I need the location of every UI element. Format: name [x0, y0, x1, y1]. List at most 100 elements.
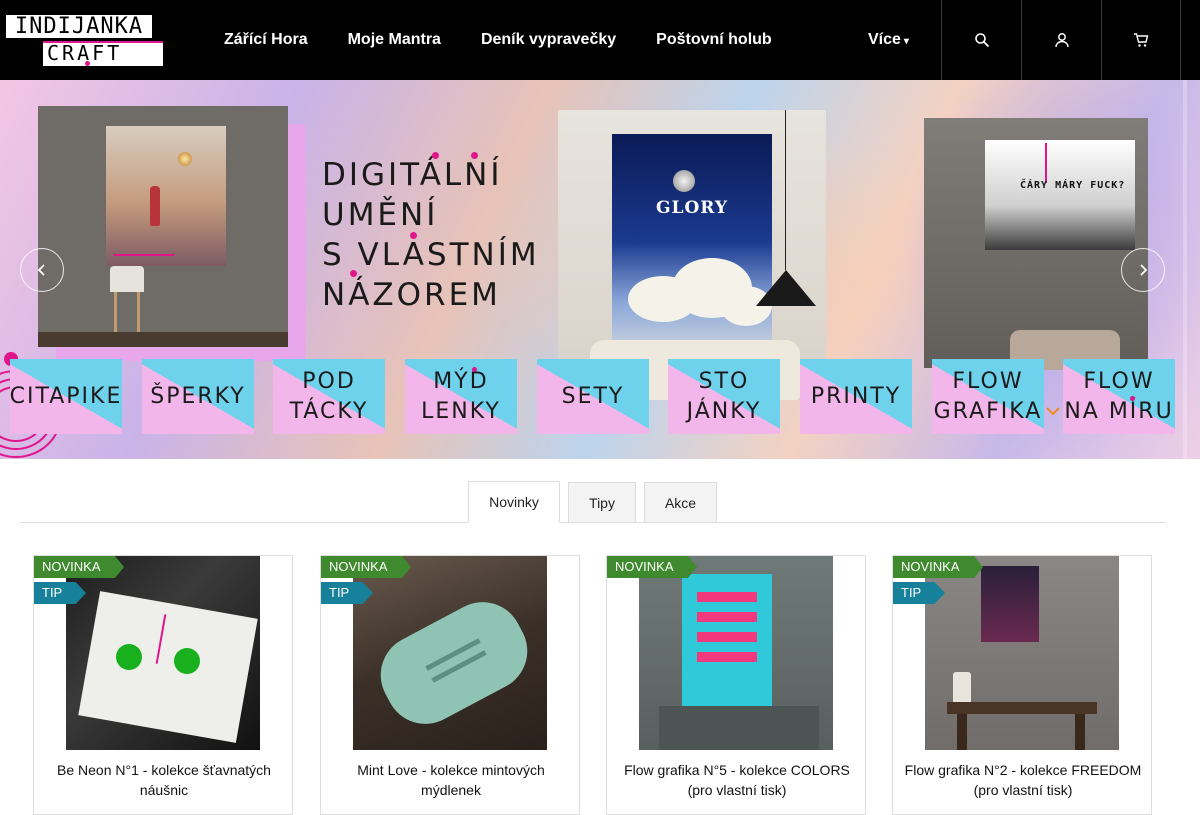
product-image[interactable] — [639, 556, 833, 750]
cloud-shape — [720, 286, 772, 326]
poster-title: GLORY — [655, 198, 729, 218]
floor-shape — [659, 706, 819, 750]
figure-shape — [150, 186, 160, 226]
product-title[interactable]: Flow grafika N°2 - kolekce FREEDOM (pro … — [899, 760, 1147, 800]
carousel-next-button[interactable] — [1121, 248, 1165, 292]
category-tile-stojanky[interactable]: STO JÁNKY — [668, 359, 780, 434]
chevron-right-icon — [1140, 264, 1148, 276]
carousel-prev-button[interactable] — [20, 248, 64, 292]
desk-leg — [957, 714, 967, 750]
product-card[interactable]: NOVINKA TIP Mint Love - kolekce mintovýc… — [320, 555, 580, 815]
category-tile-flow-grafika[interactable]: FLOW GRAFIKA — [932, 359, 1044, 434]
account-button[interactable] — [1021, 0, 1101, 80]
earring-shape — [116, 644, 142, 670]
category-label-line: LENKY — [421, 398, 501, 424]
category-label-line: CITAPIKE — [10, 383, 122, 409]
shelf — [38, 332, 288, 347]
poster-stripe — [697, 652, 757, 662]
site-header: INDIJANKA CRAFT Zářící Hora Moje Mantra … — [0, 0, 1200, 80]
nav-item-zarici-hora[interactable]: Zářící Hora — [204, 31, 328, 49]
headline-line: DIGITÁLNÍ — [322, 157, 503, 193]
badge-new: NOVINKA — [893, 556, 983, 578]
soap-dish-shape — [366, 588, 542, 738]
user-icon — [1054, 33, 1069, 48]
category-label-line: POD — [302, 368, 356, 394]
moon-shape — [178, 152, 192, 166]
category-label-line: FLOW — [1083, 368, 1155, 394]
tab-novinky[interactable]: Novinky — [468, 481, 560, 523]
accent-dot — [1130, 396, 1135, 401]
logo[interactable]: INDIJANKA CRAFT — [4, 13, 164, 67]
poster-shape — [981, 566, 1039, 642]
poster-cary-mary — [985, 140, 1135, 250]
badge-tip: TIP — [321, 582, 373, 604]
category-tile-mydlenky[interactable]: MÝD LENKY — [405, 359, 517, 434]
product-image[interactable] — [66, 556, 260, 750]
product-title[interactable]: Flow grafika N°5 - kolekce COLORS (pro v… — [613, 760, 861, 800]
banner-scene-left — [38, 106, 288, 347]
tab-akce[interactable]: Akce — [644, 482, 717, 523]
logo-line2: CRAFT — [43, 41, 163, 66]
tab-tipy[interactable]: Tipy — [568, 482, 636, 523]
lamp-base — [114, 292, 140, 332]
product-tabs: Novinky Tipy Akce — [20, 481, 1165, 523]
category-label-line: SETY — [561, 383, 625, 409]
badge-tip: TIP — [34, 582, 86, 604]
lamp-shape — [953, 672, 971, 702]
category-tile-printy[interactable]: PRINTY — [800, 359, 912, 434]
category-label: POD TÁCKY — [290, 367, 369, 427]
poster-stripe — [697, 612, 757, 622]
banner-headline: DIGITÁLNÍ UMĚNÍ S VLASTNÍM NÁZOREM — [322, 155, 540, 315]
search-button[interactable] — [941, 0, 1021, 80]
accent-line — [114, 254, 174, 256]
poster-glory — [612, 134, 772, 374]
category-tile-podtacky[interactable]: POD TÁCKY — [273, 359, 385, 434]
accent-dot — [410, 232, 417, 239]
nav-item-denik-vypravecky[interactable]: Deník vypravečky — [461, 31, 636, 49]
desk-top — [947, 702, 1097, 714]
category-label-line: PRINTY — [810, 383, 902, 409]
product-title[interactable]: Mint Love - kolekce mintových mýdlenek — [327, 760, 575, 800]
chevron-down-icon — [1046, 407, 1060, 416]
product-title[interactable]: Be Neon N°1 - kolekce šťavnatých náušnic — [40, 760, 288, 800]
category-label: FLOW NA MÍRU — [1064, 367, 1173, 427]
nav-more-label: Více — [868, 31, 901, 48]
category-label-line: JÁNKY — [686, 398, 762, 424]
chevron-left-icon — [37, 264, 45, 276]
cart-icon — [1134, 33, 1149, 47]
earring-shape — [174, 648, 200, 674]
category-tiles: CITAPIKE ŠPERKY POD TÁCKY MÝD LENKY SETY… — [10, 359, 1190, 434]
category-label: STO JÁNKY — [687, 367, 762, 427]
category-tile-citapike[interactable]: CITAPIKE — [10, 359, 122, 434]
moon-shape — [673, 170, 695, 192]
accent-line — [1045, 143, 1047, 183]
chevron-down-icon: ▾ — [903, 36, 909, 47]
nav-more-button[interactable]: Více ▾ — [868, 31, 909, 49]
category-label: CITAPIKE — [10, 382, 122, 412]
badge-tip: TIP — [893, 582, 945, 604]
product-card[interactable]: NOVINKA Flow grafika N°5 - kolekce COLOR… — [606, 555, 866, 815]
accent-dot — [350, 270, 357, 277]
accent-dot — [472, 367, 477, 372]
cart-button[interactable] — [1101, 0, 1181, 80]
category-tile-flow-na-miru[interactable]: FLOW NA MÍRU — [1063, 359, 1175, 434]
category-tile-sperky[interactable]: ŠPERKY — [142, 359, 254, 434]
lamp-cord — [785, 110, 786, 270]
headline-line: NÁZOREM — [322, 277, 501, 313]
product-card[interactable]: NOVINKA TIP Flow grafika N°2 - kolekce F… — [892, 555, 1152, 815]
category-label: ŠPERKY — [150, 382, 246, 412]
category-label-line: TÁCKY — [289, 398, 369, 424]
category-tile-sety[interactable]: SETY — [537, 359, 649, 434]
product-card[interactable]: NOVINKA TIP Be Neon N°1 - kolekce šťavna… — [33, 555, 293, 815]
category-label-line: MÝD — [433, 368, 489, 394]
logo-dot — [85, 61, 90, 66]
accent-dot — [471, 152, 478, 159]
lamp-shade — [110, 266, 144, 292]
category-label: SETY — [562, 382, 625, 412]
category-label: FLOW GRAFIKA — [934, 367, 1043, 427]
product-image[interactable] — [353, 556, 547, 750]
nav-item-postovni-holub[interactable]: Poštovní holub — [636, 31, 792, 49]
product-card-shape — [78, 591, 258, 743]
product-image[interactable] — [925, 556, 1119, 750]
nav-item-moje-mantra[interactable]: Moje Mantra — [328, 31, 461, 49]
